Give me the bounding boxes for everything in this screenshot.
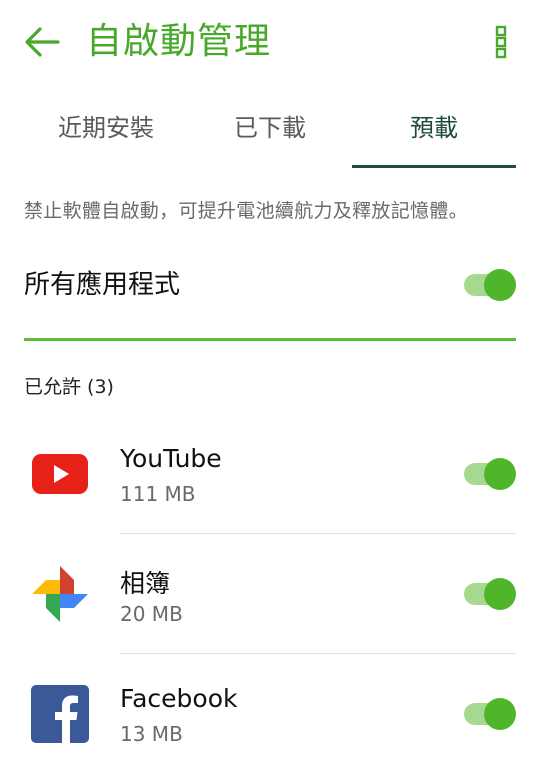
description-text: 禁止軟體自啟動，可提升電池續航力及釋放記憶體。	[24, 200, 468, 222]
tab-downloaded[interactable]: 已下載	[188, 100, 352, 168]
toggle-thumb	[484, 269, 516, 301]
tab-recent-installs[interactable]: 近期安裝	[24, 100, 188, 168]
all-apps-toggle[interactable]	[462, 268, 516, 302]
app-name: YouTube	[120, 444, 222, 473]
toggle-thumb	[484, 578, 516, 610]
facebook-icon	[28, 682, 92, 746]
more-vert-icon	[495, 25, 507, 59]
list-item-photos[interactable]: 相簿 20 MB	[0, 534, 540, 654]
tab-preloaded[interactable]: 預載	[352, 100, 516, 168]
all-apps-row: 所有應用程式	[24, 256, 516, 312]
allowed-section-header: 已允許 (3)	[24, 376, 114, 398]
auto-start-manager-screen: 自啟動管理 近期安裝 已下載 預載 禁止軟體自啟動，可提升電池續航力及釋放記憶體…	[0, 0, 540, 764]
app-name: 相簿	[120, 569, 171, 598]
youtube-icon	[28, 442, 92, 506]
list-item-youtube[interactable]: YouTube 111 MB	[0, 414, 540, 534]
app-size: 111 MB	[120, 482, 196, 506]
youtube-toggle[interactable]	[462, 457, 516, 491]
page-title: 自啟動管理	[86, 21, 272, 62]
facebook-toggle[interactable]	[462, 697, 516, 731]
list-item-facebook[interactable]: Facebook 13 MB	[0, 654, 540, 764]
all-apps-label: 所有應用程式	[24, 270, 181, 300]
more-options-button[interactable]	[486, 22, 516, 62]
app-bar: 自啟動管理	[0, 0, 540, 90]
photos-toggle[interactable]	[462, 577, 516, 611]
tab-bar: 近期安裝 已下載 預載	[24, 100, 516, 168]
app-list: YouTube 111 MB 相簿 20 MB Facebook 13 MB	[0, 414, 540, 764]
app-name: Facebook	[120, 684, 238, 713]
app-size: 20 MB	[120, 602, 183, 626]
toggle-thumb	[484, 698, 516, 730]
back-arrow-icon	[25, 27, 60, 57]
back-button[interactable]	[20, 20, 64, 64]
photos-pinwheel-icon	[28, 562, 92, 626]
section-divider	[24, 338, 516, 341]
app-size: 13 MB	[120, 722, 183, 746]
toggle-thumb	[484, 458, 516, 490]
